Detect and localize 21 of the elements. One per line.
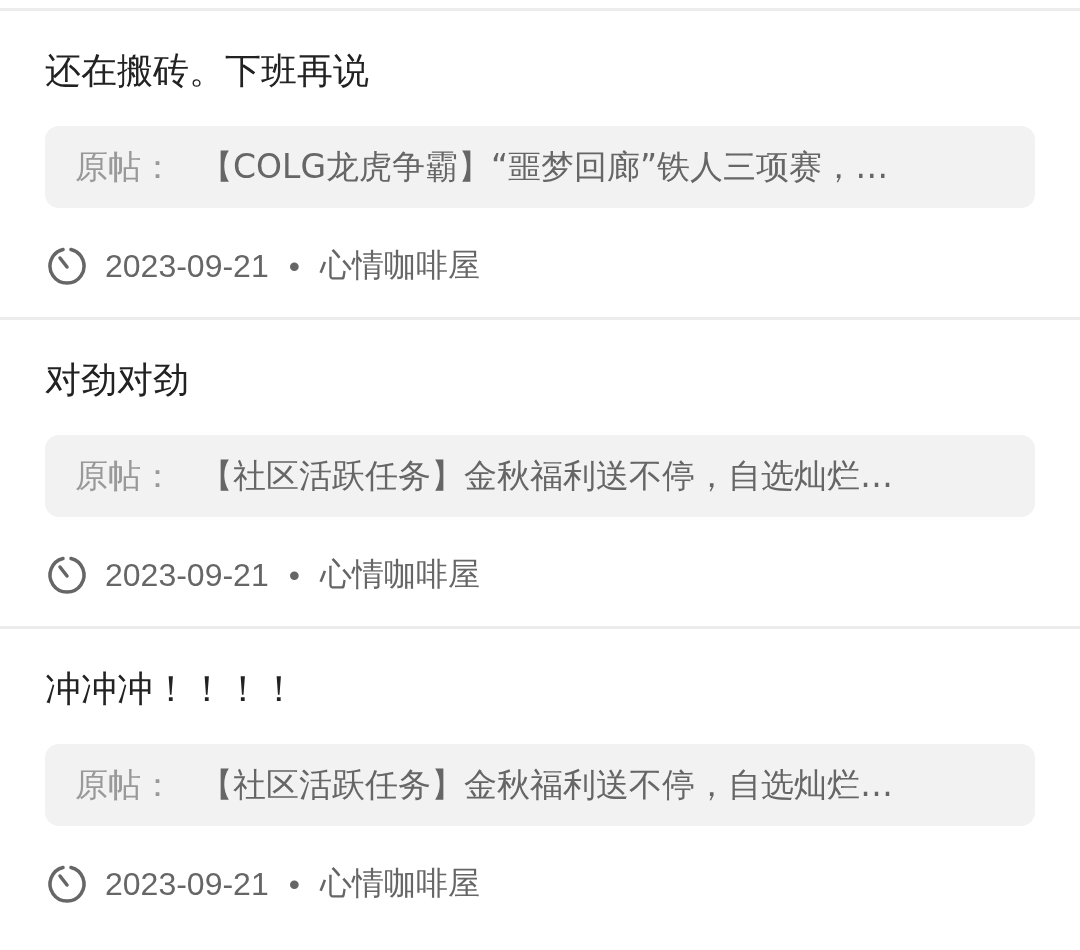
quote-label: 原帖：	[75, 145, 175, 188]
forum-name: 心情咖啡屋	[319, 246, 480, 285]
reply-text: 对劲对劲	[45, 358, 190, 402]
quote-title: 【社区活跃任务】金秋福利送不停，自选灿烂…	[200, 763, 893, 806]
reply-text: 还在搬砖。下班再说	[45, 49, 370, 93]
quote-title: 【社区活跃任务】金秋福利送不停，自选灿烂…	[200, 454, 893, 497]
post-date: 2023-09-21	[105, 247, 269, 285]
quote-label: 原帖：	[75, 454, 175, 497]
original-post-link[interactable]: 原帖： 【COLG龙虎争霸】“噩梦回廊”铁人三项赛，…	[45, 126, 1035, 208]
separator-dot: •	[288, 865, 300, 903]
post-date: 2023-09-21	[105, 865, 269, 903]
separator-dot: •	[288, 556, 300, 594]
forum-name: 心情咖啡屋	[319, 555, 480, 594]
quote-title: 【COLG龙虎争霸】“噩梦回廊”铁人三项赛，…	[200, 145, 889, 188]
original-post-link[interactable]: 原帖： 【社区活跃任务】金秋福利送不停，自选灿烂…	[45, 435, 1035, 517]
original-post-link[interactable]: 原帖： 【社区活跃任务】金秋福利送不停，自选灿烂…	[45, 744, 1035, 826]
post-date: 2023-09-21	[105, 556, 269, 594]
quote-label: 原帖：	[75, 763, 175, 806]
reply-text: 冲冲冲！！！！	[45, 667, 298, 711]
forum-name: 心情咖啡屋	[319, 864, 480, 903]
separator-dot: •	[288, 247, 300, 285]
